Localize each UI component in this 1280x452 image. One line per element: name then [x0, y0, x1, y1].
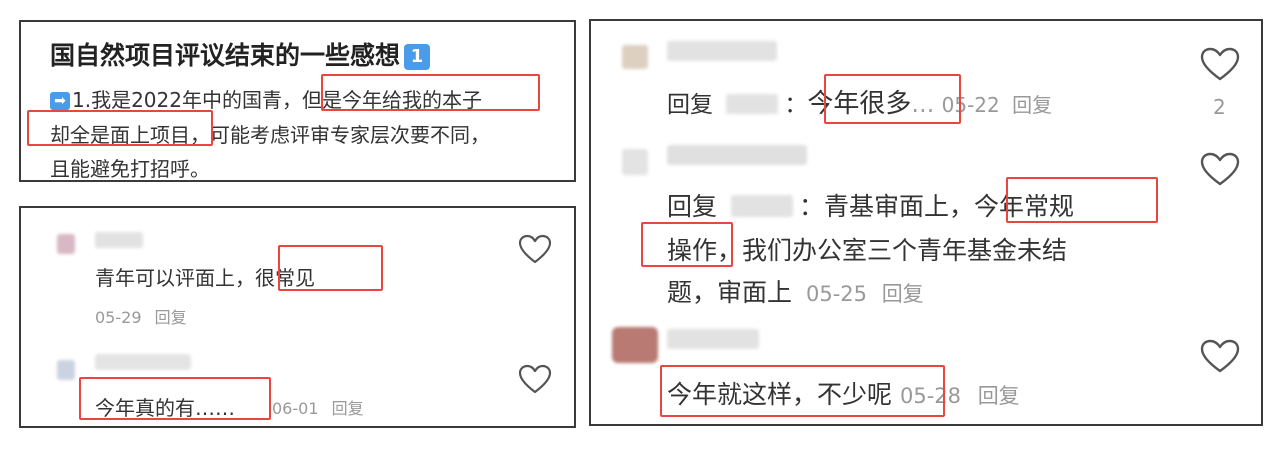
arrow-right-icon: ➡ — [50, 92, 70, 110]
highlight-box — [824, 74, 961, 124]
avatar[interactable] — [622, 149, 648, 175]
username[interactable] — [667, 145, 807, 165]
heart-icon[interactable] — [1200, 152, 1240, 186]
keycap-one-icon: 1 — [404, 44, 431, 70]
post-body-line3: 且能避免打招呼。 — [50, 157, 210, 181]
highlight-box — [321, 74, 540, 111]
post-title-text: 国自然项目评议结束的一些感想 — [50, 41, 401, 70]
comment-text-line3: 题，审面上 05-25 回复 — [667, 278, 924, 307]
username[interactable] — [95, 354, 191, 370]
avatar[interactable] — [622, 45, 648, 69]
avatar[interactable] — [57, 234, 75, 254]
username[interactable] — [95, 232, 143, 248]
comment-meta: 05-29 回复 — [95, 304, 187, 328]
post-title: 国自然项目评议结束的一些感想 1 — [50, 36, 431, 72]
highlight-box — [660, 365, 945, 417]
highlight-box — [278, 245, 383, 291]
heart-icon[interactable] — [518, 234, 552, 264]
avatar[interactable] — [57, 360, 75, 380]
highlight-box — [79, 377, 271, 420]
avatar[interactable] — [612, 327, 658, 363]
comment-meta: 06-01 回复 — [272, 395, 364, 419]
heart-icon[interactable] — [1200, 47, 1240, 81]
highlight-box — [641, 222, 733, 267]
heart-icon[interactable] — [1200, 339, 1240, 373]
reply-button[interactable]: 回复 — [332, 399, 364, 418]
mentioned-user[interactable] — [730, 195, 793, 217]
username[interactable] — [667, 41, 777, 61]
highlight-box — [1006, 177, 1158, 223]
like-count: 2 — [1213, 95, 1226, 119]
highlight-box — [27, 110, 213, 146]
reply-button[interactable]: 回复 — [978, 384, 1020, 408]
username[interactable] — [667, 329, 759, 349]
reply-button[interactable]: 回复 — [882, 282, 924, 306]
reply-button[interactable]: 回复 — [155, 308, 187, 327]
heart-icon[interactable] — [518, 364, 552, 394]
comment-date: 06-01 — [272, 399, 319, 418]
mentioned-user[interactable] — [726, 94, 779, 114]
reply-prefix: 回复 — [667, 192, 718, 221]
comment-date: 05-25 — [805, 282, 867, 306]
comment-date: 05-29 — [95, 308, 142, 327]
reply-prefix: 回复 — [667, 92, 713, 118]
reply-button[interactable]: 回复 — [1012, 93, 1052, 117]
